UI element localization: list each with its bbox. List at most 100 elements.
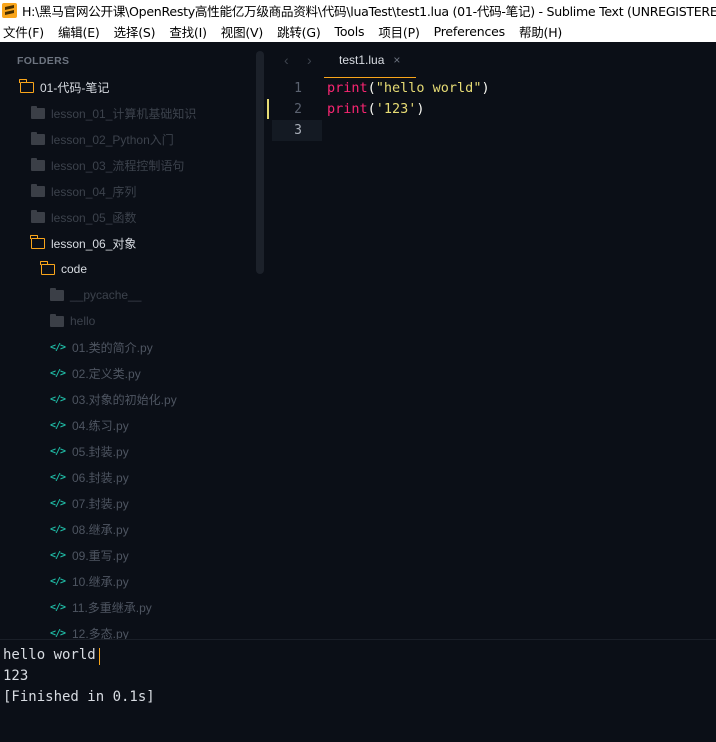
file-item[interactable]: </> 06.封装.py bbox=[50, 467, 129, 487]
menu-project[interactable]: 项目(P) bbox=[378, 22, 419, 41]
menu-bar: 文件(F) 编辑(E) 选择(S) 查找(I) 视图(V) 跳转(G) Tool… bbox=[0, 21, 716, 42]
tree-item-label: lesson_02_Python入门 bbox=[51, 132, 174, 147]
file-item[interactable]: </> 09.重写.py bbox=[50, 545, 129, 565]
code-file-icon: </> bbox=[50, 445, 66, 457]
tree-item-label: lesson_04_序列 bbox=[51, 184, 137, 199]
code-line[interactable]: print("hello world") bbox=[327, 80, 490, 96]
code-file-icon: </> bbox=[50, 627, 66, 639]
code-token: "hello world" bbox=[375, 80, 482, 96]
title-bar: H:\黑马官网公开课\OpenResty高性能亿万级商品资料\代码\luaTes… bbox=[0, 0, 716, 21]
code-line[interactable]: print('123') bbox=[327, 101, 425, 117]
tree-item-label: lesson_03_流程控制语句 bbox=[51, 158, 185, 173]
menu-file[interactable]: 文件(F) bbox=[3, 22, 44, 41]
nav-forward-icon[interactable]: › bbox=[307, 52, 312, 68]
code-file-icon: </> bbox=[50, 341, 66, 353]
folder-icon bbox=[31, 131, 45, 145]
menu-find[interactable]: 查找(I) bbox=[169, 22, 207, 41]
file-item[interactable]: </> 01.类的简介.py bbox=[50, 337, 153, 357]
file-item[interactable]: </> 03.对象的初始化.py bbox=[50, 389, 177, 409]
nav-back-icon[interactable]: ‹ bbox=[284, 52, 289, 68]
file-item[interactable]: </> 07.封装.py bbox=[50, 493, 129, 513]
code-file-icon: </> bbox=[50, 471, 66, 483]
folder-icon bbox=[50, 287, 64, 301]
folder-icon bbox=[31, 105, 45, 119]
sidebar: FOLDERS 01-代码-笔记 lesson_01_计算机基础知识 lesson_… bbox=[0, 42, 264, 639]
folder-item[interactable]: 01-代码-笔记 bbox=[19, 77, 110, 97]
file-item[interactable]: </> 10.继承.py bbox=[50, 571, 129, 591]
tree-item-label: hello bbox=[70, 314, 96, 328]
tree-item-label: lesson_06_对象 bbox=[51, 236, 137, 251]
menu-preferences[interactable]: Preferences bbox=[434, 24, 506, 39]
file-item[interactable]: </> 12.多态.py bbox=[50, 623, 129, 640]
menu-view[interactable]: 视图(V) bbox=[221, 22, 264, 41]
output-line: [Finished in 0.1s] bbox=[3, 689, 155, 705]
folder-icon bbox=[31, 157, 45, 171]
folder-icon bbox=[31, 209, 45, 223]
code-token: print bbox=[327, 101, 368, 117]
file-item[interactable]: </> 02.定义类.py bbox=[50, 363, 141, 383]
folders-header: FOLDERS bbox=[17, 55, 70, 67]
modified-line-marker bbox=[267, 99, 269, 119]
menu-help[interactable]: 帮助(H) bbox=[519, 22, 562, 41]
code-file-icon: </> bbox=[50, 393, 66, 405]
code-file-icon: </> bbox=[50, 601, 66, 613]
folder-item[interactable]: lesson_02_Python入门 bbox=[31, 129, 174, 149]
tree-item-label: __pycache__ bbox=[70, 288, 142, 302]
tree-item-label: 01-代码-笔记 bbox=[40, 80, 110, 95]
code-token: '123' bbox=[375, 101, 417, 117]
menu-goto[interactable]: 跳转(G) bbox=[277, 22, 321, 41]
tab-label: test1.lua bbox=[339, 52, 385, 67]
editor: ‹ › test1.lua × 1 print("hello world") 2 pr… bbox=[264, 42, 716, 639]
menu-tools[interactable]: Tools bbox=[335, 24, 365, 39]
sublime-text-icon bbox=[2, 3, 17, 18]
folder-item[interactable]: lesson_01_计算机基础知识 bbox=[31, 103, 196, 123]
folder-item[interactable]: lesson_05_函数 bbox=[31, 207, 136, 227]
folder-open-icon bbox=[30, 234, 45, 249]
line-number: 1 bbox=[294, 81, 302, 96]
folder-item[interactable]: lesson_03_流程控制语句 bbox=[31, 155, 184, 175]
code-file-icon: </> bbox=[50, 523, 66, 535]
code-token: ( bbox=[367, 80, 376, 96]
tree-item-label: lesson_01_计算机基础知识 bbox=[51, 106, 197, 121]
tree-item-label: code bbox=[61, 262, 88, 276]
line-number: 2 bbox=[294, 102, 302, 117]
file-item[interactable]: </> 11.多重继承.py bbox=[50, 597, 152, 617]
folder-icon bbox=[31, 183, 45, 197]
code-file-icon: </> bbox=[50, 419, 66, 431]
tree-item-label: 03.对象的初始化.py bbox=[72, 392, 177, 407]
text-cursor bbox=[99, 648, 100, 665]
tree-item-label: 01.类的简介.py bbox=[72, 340, 153, 355]
file-item[interactable]: </> 08.继承.py bbox=[50, 519, 129, 539]
code-file-icon: </> bbox=[50, 367, 66, 379]
code-token: print bbox=[327, 80, 368, 96]
file-item[interactable]: </> 05.封装.py bbox=[50, 441, 129, 461]
tab-test1-lua[interactable]: test1.lua × bbox=[324, 42, 416, 78]
tree-item-label: 04.练习.py bbox=[72, 418, 129, 433]
tree-item-label: 09.重写.py bbox=[72, 548, 129, 563]
folder-item[interactable]: __pycache__ bbox=[50, 285, 141, 305]
code-token: ) bbox=[416, 101, 425, 117]
folder-open-icon bbox=[19, 78, 34, 93]
folder-open-icon bbox=[40, 260, 55, 275]
code-token: ( bbox=[367, 101, 376, 117]
menu-selection[interactable]: 选择(S) bbox=[114, 22, 156, 41]
folder-item[interactable]: lesson_04_序列 bbox=[31, 181, 136, 201]
code-token: ) bbox=[481, 80, 490, 96]
window-title: H:\黑马官网公开课\OpenResty高性能亿万级商品资料\代码\luaTes… bbox=[22, 4, 716, 19]
folder-item[interactable]: code bbox=[40, 259, 88, 279]
folder-item[interactable]: hello bbox=[50, 311, 95, 331]
folder-item[interactable]: lesson_06_对象 bbox=[30, 233, 137, 253]
tree-item-label: lesson_05_函数 bbox=[51, 210, 137, 225]
build-output-panel: hello world 123 [Finished in 0.1s] bbox=[0, 639, 716, 742]
tree-item-label: 11.多重继承.py bbox=[72, 600, 152, 615]
tree-item-label: 05.封装.py bbox=[72, 444, 129, 459]
tree-item-label: 08.继承.py bbox=[72, 522, 129, 537]
code-file-icon: </> bbox=[50, 549, 66, 561]
line-number: 3 bbox=[294, 123, 302, 138]
menu-edit[interactable]: 编辑(E) bbox=[58, 22, 100, 41]
tree-item-label: 06.封装.py bbox=[72, 470, 129, 485]
output-line: hello world bbox=[3, 647, 96, 663]
close-icon[interactable]: × bbox=[393, 53, 400, 67]
sidebar-scrollbar[interactable] bbox=[256, 51, 264, 274]
file-item[interactable]: </> 04.练习.py bbox=[50, 415, 129, 435]
